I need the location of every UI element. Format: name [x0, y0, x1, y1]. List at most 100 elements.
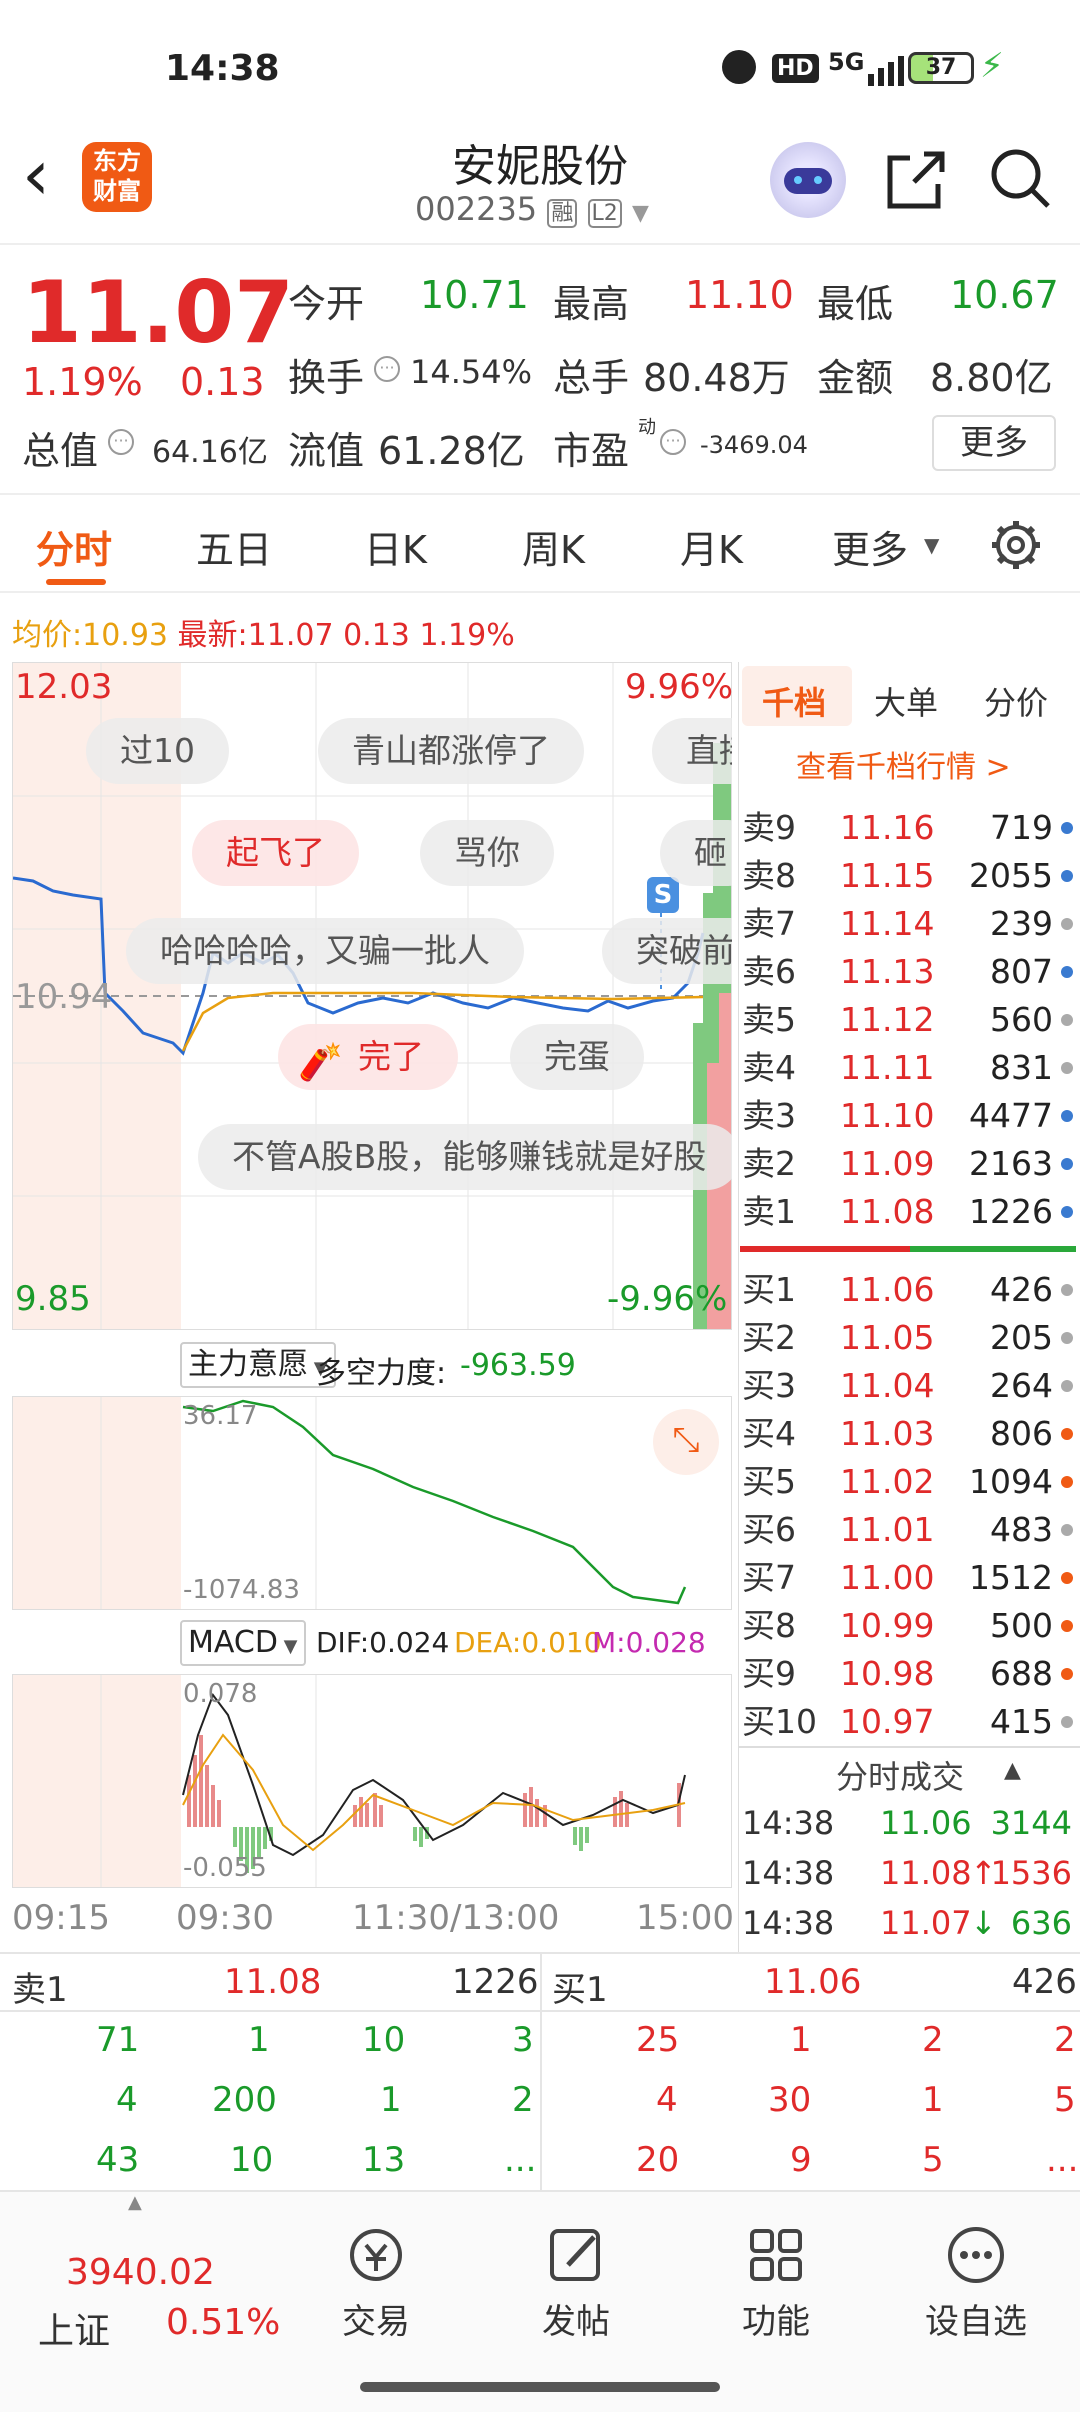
search-icon[interactable] — [988, 146, 1052, 214]
index-ticker[interactable]: 3940.02 上证 0.51% — [0, 2212, 300, 2362]
danmu-bubble[interactable]: 砸 — [660, 820, 732, 886]
danmu-bubble[interactable]: 起飞了 — [192, 820, 359, 886]
tab-daily-k[interactable]: 日K — [364, 519, 427, 574]
tab-five-day[interactable]: 五日 — [196, 519, 272, 574]
info-icon[interactable]: ··· — [108, 429, 134, 455]
buy-level[interactable]: 买2 11.05 205 — [740, 1314, 1075, 1362]
level-price: 11.05 — [840, 1318, 935, 1357]
danmu-bubble[interactable]: 不管A股B股，能够赚钱就是好股 — [198, 1124, 732, 1190]
tab-monthly-k[interactable]: 月K — [680, 519, 743, 574]
sell-level[interactable]: 卖4 11.11 831 — [740, 1044, 1075, 1092]
buy-level[interactable]: 买1 11.06 426 — [740, 1266, 1075, 1314]
share-icon[interactable] — [884, 148, 948, 216]
buy-level[interactable]: 买3 11.04 264 — [740, 1362, 1075, 1410]
level-label: 买7 — [742, 1558, 796, 1597]
buy-level[interactable]: 买8 10.99 500 — [740, 1602, 1075, 1650]
level-volume: 483 — [990, 1510, 1053, 1549]
settings-icon[interactable] — [990, 519, 1042, 575]
amount-label: 金额 — [817, 356, 894, 400]
tab-big-orders[interactable]: 大单 — [874, 678, 938, 724]
level-label: 卖8 — [742, 856, 796, 895]
buy-level[interactable]: 买9 10.98 688 — [740, 1650, 1075, 1698]
logo-text-2: 财富 — [93, 177, 141, 205]
view-depth-link[interactable]: 查看千档行情 > — [796, 742, 1011, 786]
level-dot — [1061, 1476, 1073, 1488]
level-dot — [1061, 1332, 1073, 1344]
danmu-bubble[interactable]: 青山都涨停了 — [318, 718, 584, 784]
danmu-bubble[interactable]: 直接 — [652, 718, 732, 784]
buy-level[interactable]: 买6 11.01 483 — [740, 1506, 1075, 1554]
queue-cell: 2 — [1054, 2020, 1076, 2060]
danmu-bubble[interactable]: 过10 — [86, 718, 229, 784]
queue-cell: 9 — [790, 2140, 812, 2180]
sell-level[interactable]: 卖5 11.12 560 — [740, 996, 1075, 1044]
level-price: 10.98 — [840, 1654, 935, 1693]
expand-icon[interactable]: ⤡ — [653, 1409, 719, 1475]
info-icon[interactable]: ··· — [660, 429, 686, 455]
level-price: 11.15 — [840, 856, 935, 895]
tab-intraday[interactable]: 分时 — [36, 519, 112, 574]
nav-trade[interactable]: 交易 — [296, 2225, 456, 2343]
stock-code: 002235 — [415, 190, 538, 228]
back-icon[interactable]: ‹ — [22, 140, 50, 210]
nav-add-watchlist[interactable]: 设自选 — [896, 2225, 1056, 2343]
buy-level[interactable]: 买7 11.00 1512 — [740, 1554, 1075, 1602]
indicator-selector[interactable]: 主力意愿 ▼ — [180, 1342, 336, 1388]
assistant-avatar[interactable] — [770, 142, 846, 218]
queue-buy-label: 买1 — [552, 1970, 608, 2010]
volume-label: 总手 — [553, 356, 630, 400]
danmu-bubble[interactable]: 骂你 — [420, 820, 554, 886]
macd-chart[interactable]: 0.078 -0.055 — [12, 1674, 732, 1888]
hd-icon: HD — [772, 54, 819, 83]
mf-bottom-label: -1074.83 — [183, 1575, 300, 1605]
expand-up-icon[interactable]: ▲ — [128, 2192, 142, 2213]
level-label: 买1 — [742, 1270, 796, 1309]
danmu-bubble[interactable]: 🧨 完了 — [278, 1024, 458, 1090]
danmu-bubble[interactable]: 突破前 — [602, 918, 732, 984]
collapse-icon[interactable]: ▲ — [1004, 1758, 1021, 1783]
info-icon[interactable]: ··· — [374, 356, 400, 382]
signal-icon — [866, 56, 912, 86]
sell-level[interactable]: 卖3 11.10 4477 — [740, 1092, 1075, 1140]
queue-cell: 10 — [362, 2020, 406, 2060]
macd-selector[interactable]: MACD ▼ — [180, 1620, 306, 1666]
sell-level[interactable]: 卖1 11.08 1226 — [740, 1188, 1075, 1236]
tab-more[interactable]: 更多 — [832, 519, 908, 574]
sell-level[interactable]: 卖7 11.14 239 — [740, 900, 1075, 948]
level-volume: 807 — [990, 952, 1053, 991]
network-icon: 5G — [828, 48, 865, 76]
danmu-bubble[interactable]: 哈哈哈哈，又骗一批人 — [126, 918, 524, 984]
tab-depth[interactable]: 千档 — [762, 678, 826, 724]
float-cap-value: 61.28亿 — [378, 429, 525, 473]
sell-level[interactable]: 卖9 11.16 719 — [740, 804, 1075, 852]
level-label: 卖7 — [742, 904, 796, 943]
buy-level[interactable]: 买4 11.03 806 — [740, 1410, 1075, 1458]
macd-bottom-label: -0.055 — [183, 1853, 267, 1883]
sell-level[interactable]: 卖2 11.09 2163 — [740, 1140, 1075, 1188]
nav-post[interactable]: 发帖 — [496, 2225, 656, 2343]
buy-level[interactable]: 买10 10.97 415 — [740, 1698, 1075, 1746]
level-label: 卖4 — [742, 1048, 796, 1087]
eastmoney-logo: 东方 财富 — [82, 142, 152, 212]
buy-level[interactable]: 买5 11.02 1094 — [740, 1458, 1075, 1506]
latest-change: 0.13 — [343, 618, 410, 653]
latest-value: 11.07 — [247, 618, 334, 653]
nav-functions[interactable]: 功能 — [696, 2225, 856, 2343]
macd-dea: DEA:0.010 — [454, 1626, 602, 1659]
level-volume: 239 — [990, 904, 1053, 943]
level-volume: 415 — [990, 1702, 1053, 1741]
dropdown-icon[interactable]: ▼ — [632, 201, 649, 226]
more-dropdown-icon[interactable]: ▼ — [924, 533, 939, 557]
avg-info-bar: 均价:10.93 最新:11.07 0.13 1.19% — [12, 610, 515, 654]
sell-level[interactable]: 卖8 11.15 2055 — [740, 852, 1075, 900]
danmu-bubble[interactable]: 完蛋 — [510, 1024, 644, 1090]
queue-cell: 5 — [922, 2140, 944, 2180]
trades-title[interactable]: 分时成交 — [836, 1752, 964, 1798]
more-button[interactable]: 更多 — [932, 415, 1056, 471]
tab-weekly-k[interactable]: 周K — [522, 519, 585, 574]
low-label: 最低 — [817, 282, 894, 326]
main-force-chart[interactable]: 36.17 -1074.83 ⤡ — [12, 1396, 732, 1610]
tab-price-volume[interactable]: 分价 — [984, 678, 1048, 724]
sell-level[interactable]: 卖6 11.13 807 — [740, 948, 1075, 996]
float-cap-label: 流值 — [288, 429, 365, 473]
